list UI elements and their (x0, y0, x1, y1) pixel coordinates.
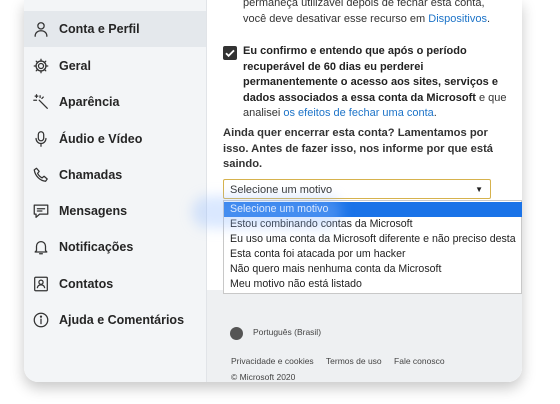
reason-option[interactable]: Esta conta foi atacada por um hacker (224, 247, 522, 262)
sidebar-item-geral[interactable]: Geral (24, 48, 206, 84)
devices-link[interactable]: Dispositivos (428, 13, 487, 25)
sidebar-item-label: Contatos (59, 277, 114, 291)
person-icon (31, 19, 51, 39)
contacts-icon (31, 274, 51, 294)
magic-wand-icon (31, 92, 51, 112)
sidebar-item-aparencia[interactable]: Aparência (24, 84, 206, 120)
confirm-checkbox[interactable] (223, 46, 237, 60)
microphone-icon (31, 129, 51, 149)
sidebar-item-label: Geral (59, 59, 91, 73)
content-pane: permaneça utilizável depois de fechar es… (207, 0, 522, 382)
dropdown-arrow-icon: ▼ (475, 185, 483, 194)
sidebar-item-label: Aparência (59, 95, 120, 109)
sidebar-item-label: Chamadas (59, 168, 123, 182)
sidebar-item-label: Áudio e Vídeo (59, 132, 143, 146)
close-account-question: Ainda quer encerrar esta conta? Lamentam… (223, 127, 494, 170)
confirm-text: Eu confirmo e entendo que após o período… (243, 45, 507, 119)
sidebar-item-label: Notificações (59, 240, 134, 254)
cursor-highlight (192, 196, 342, 228)
bell-icon (31, 237, 51, 257)
reason-option[interactable]: Não quero mais nenhuma conta da Microsof… (224, 262, 522, 277)
sidebar-item-label: Mensagens (59, 204, 128, 218)
terms-link[interactable]: Termos de uso (326, 356, 382, 366)
sidebar-item-chamadas[interactable]: Chamadas (24, 157, 206, 193)
devices-note: permaneça utilizável depois de fechar es… (243, 0, 491, 25)
sidebar-item-notificacoes[interactable]: Notificações (24, 229, 206, 265)
reason-option[interactable]: Meu motivo não está listado (224, 277, 522, 292)
sidebar-item-label: Conta e Perfil (59, 22, 140, 36)
sidebar-item-conta-e-perfil[interactable]: Conta e Perfil (24, 11, 206, 47)
message-icon (31, 201, 51, 221)
copyright: © Microsoft 2020 (231, 372, 296, 382)
sidebar: Conta e Perfil Geral Aparência Áudio e V… (24, 0, 207, 382)
contact-link[interactable]: Fale conosco (394, 356, 445, 366)
privacy-link[interactable]: Privacidade e cookies (231, 356, 314, 366)
sidebar-item-audio-e-video[interactable]: Áudio e Vídeo (24, 121, 206, 157)
info-icon (31, 310, 51, 330)
reason-option[interactable]: Eu uso uma conta da Microsoft diferente … (224, 232, 522, 247)
sidebar-item-ajuda-e-comentarios[interactable]: Ajuda e Comentários (24, 302, 206, 338)
reason-select-value: Selecione um motivo (230, 184, 333, 196)
settings-window: Conta e Perfil Geral Aparência Áudio e V… (24, 0, 522, 382)
phone-icon (31, 165, 51, 185)
account-closure-effects-link[interactable]: os efeitos de fechar uma conta (283, 107, 433, 119)
globe-icon (230, 327, 243, 340)
sidebar-item-label: Ajuda e Comentários (59, 313, 185, 327)
footer-links: Privacidade e cookies Termos de uso Fale… (231, 356, 455, 366)
sidebar-item-mensagens[interactable]: Mensagens (24, 193, 206, 229)
language-link[interactable]: Português (Brasil) (253, 327, 321, 337)
sidebar-item-contatos[interactable]: Contatos (24, 266, 206, 302)
gear-icon (31, 56, 51, 76)
